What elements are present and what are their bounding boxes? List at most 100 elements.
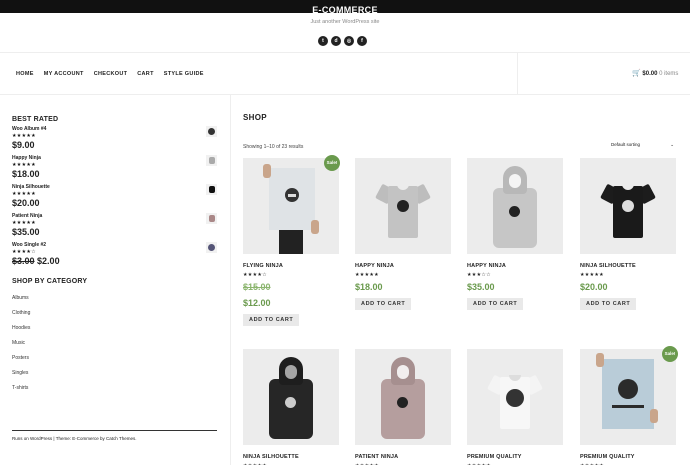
site-header-bar: E-COMMERCE xyxy=(0,0,690,15)
product-image[interactable] xyxy=(243,158,339,254)
product-card[interactable]: PREMIUM QUALITY ★★★★★ xyxy=(467,349,563,465)
sale-badge: Sale! xyxy=(324,155,340,171)
best-rated-heading: BEST RATED xyxy=(12,116,59,123)
best-rated-price: $9.00 xyxy=(12,140,35,150)
product-image[interactable] xyxy=(355,349,451,445)
dribbble-icon[interactable]: d xyxy=(331,36,341,46)
best-rated-name[interactable]: Happy Ninja xyxy=(12,155,217,161)
sale-price: $12.00 xyxy=(243,298,271,308)
cart-amount: $0.00 xyxy=(642,71,658,77)
add-to-cart-button[interactable]: ADD TO CART xyxy=(467,298,524,310)
nav-item-my-account[interactable]: MY ACCOUNT xyxy=(44,71,84,77)
product-card[interactable]: FLYING NINJA ★★★★☆ $15.00 $12.00 ADD TO … xyxy=(243,158,339,326)
product-thumbnail[interactable] xyxy=(206,155,217,166)
product-image[interactable] xyxy=(467,349,563,445)
product-card[interactable]: NINJA SILHOUETTE ★★★★★ $20.00 ADD TO CAR… xyxy=(580,158,676,310)
hand-graphic xyxy=(263,164,271,178)
category-heading: SHOP BY CATEGORY xyxy=(12,278,88,285)
poster-graphic xyxy=(269,168,315,230)
product-title[interactable]: HAPPY NINJA xyxy=(355,263,451,269)
hand-graphic xyxy=(596,353,604,367)
tshirt-graphic xyxy=(600,180,656,238)
nav-item-home[interactable]: HOME xyxy=(16,71,34,77)
twitter-icon[interactable]: t xyxy=(318,36,328,46)
category-item-tshirts[interactable]: T-shirts xyxy=(12,381,217,396)
product-image[interactable] xyxy=(580,158,676,254)
product-title[interactable]: PREMIUM QUALITY xyxy=(467,454,563,460)
tshirt-graphic xyxy=(375,180,431,238)
hoodie-graphic xyxy=(265,357,317,441)
category-list: Albums Clothing Hoodies Music Posters Si… xyxy=(12,291,217,396)
product-card[interactable]: PREMIUM QUALITY ★★★★★ xyxy=(580,349,676,465)
category-item-clothing[interactable]: Clothing xyxy=(12,306,217,321)
best-rated-item[interactable]: Ninja Silhouette ★★★★★ $20.00 xyxy=(12,184,217,210)
facebook-icon[interactable]: f xyxy=(357,36,367,46)
product-price: $20.00 xyxy=(580,282,608,292)
best-rated-item[interactable]: Patient Ninja ★★★★★ $35.00 xyxy=(12,213,217,239)
product-card[interactable]: HAPPY NINJA ★★★☆☆ $35.00 ADD TO CART xyxy=(467,158,563,310)
star-rating: ★★★★★ xyxy=(12,162,36,168)
product-card[interactable]: HAPPY NINJA ★★★★★ $18.00 ADD TO CART xyxy=(355,158,451,310)
product-image[interactable] xyxy=(355,158,451,254)
person-graphic xyxy=(279,230,303,254)
product-thumbnail[interactable] xyxy=(206,126,217,137)
star-rating: ★★★★☆ xyxy=(12,249,36,255)
best-rated-name[interactable]: Ninja Silhouette xyxy=(12,184,217,190)
site-footer: Runs on WordPress | Theme: E-Commerce by… xyxy=(12,436,137,441)
product-image[interactable] xyxy=(467,158,563,254)
product-price: $15.00 $12.00 xyxy=(243,282,339,308)
product-title[interactable]: FLYING NINJA xyxy=(243,263,339,269)
nav-item-style-guide[interactable]: STYLE GUIDE xyxy=(164,71,204,77)
best-rated-name[interactable]: Woo Single #2 xyxy=(12,242,217,248)
nav-item-cart[interactable]: CART xyxy=(137,71,153,77)
star-rating: ★★★★★ xyxy=(12,133,36,139)
sorting-select[interactable]: Default sorting ⌄ xyxy=(608,140,678,150)
star-rating: ★★★★☆ xyxy=(243,272,267,278)
best-rated-item[interactable]: Woo Album #4 ★★★★★ $9.00 xyxy=(12,126,217,152)
product-thumbnail[interactable] xyxy=(206,184,217,195)
add-to-cart-button[interactable]: ADD TO CART xyxy=(580,298,637,310)
sidebar: BEST RATED Woo Album #4 ★★★★★ $9.00 Happ… xyxy=(12,116,217,396)
product-thumbnail[interactable] xyxy=(206,242,217,253)
best-rated-price: $20.00 xyxy=(12,198,40,208)
product-title[interactable]: NINJA SILHOUETTE xyxy=(243,454,339,460)
product-image[interactable] xyxy=(243,349,339,445)
best-rated-price: $3.00 $2.00 xyxy=(12,256,217,266)
star-rating: ★★★☆☆ xyxy=(467,272,491,278)
site-title[interactable]: E-COMMERCE xyxy=(312,5,378,15)
product-image[interactable] xyxy=(580,349,676,445)
product-title[interactable]: PREMIUM QUALITY xyxy=(580,454,676,460)
best-rated-item[interactable]: Happy Ninja ★★★★★ $18.00 xyxy=(12,155,217,181)
category-item-albums[interactable]: Albums xyxy=(12,291,217,306)
nav-item-checkout[interactable]: CHECKOUT xyxy=(94,71,128,77)
star-rating: ★★★★★ xyxy=(355,272,379,278)
best-rated-price: $18.00 xyxy=(12,169,40,179)
category-item-hoodies[interactable]: Hoodies xyxy=(12,321,217,336)
best-rated-name[interactable]: Patient Ninja xyxy=(12,213,217,219)
category-item-music[interactable]: Music xyxy=(12,336,217,351)
cart-count: 0 items xyxy=(659,71,679,77)
product-title[interactable]: NINJA SILHOUETTE xyxy=(580,263,676,269)
instagram-icon[interactable]: ◎ xyxy=(344,36,354,46)
product-title[interactable]: PATIENT NINJA xyxy=(355,454,451,460)
add-to-cart-button[interactable]: ADD TO CART xyxy=(243,314,300,326)
product-card[interactable]: NINJA SILHOUETTE ★★★★★ xyxy=(243,349,339,465)
cart-icon: 🛒 xyxy=(632,70,641,77)
star-rating: ★★★★★ xyxy=(12,191,36,197)
product-thumbnail[interactable] xyxy=(206,213,217,224)
poster-graphic xyxy=(602,359,654,429)
chevron-down-icon: ⌄ xyxy=(670,142,674,147)
footer-divider xyxy=(12,430,217,431)
best-rated-item[interactable]: Woo Single #2 ★★★★☆ $3.00 $2.00 xyxy=(12,242,217,268)
category-item-singles[interactable]: Singles xyxy=(12,366,217,381)
sorting-value: Default sorting xyxy=(611,142,641,147)
best-rated-name[interactable]: Woo Album #4 xyxy=(12,126,217,132)
add-to-cart-button[interactable]: ADD TO CART xyxy=(355,298,412,310)
hand-graphic xyxy=(650,409,658,423)
nav-divider xyxy=(517,53,518,95)
product-title[interactable]: HAPPY NINJA xyxy=(467,263,563,269)
header-cart[interactable]: 🛒 $0.00 0 items xyxy=(632,69,678,77)
product-card[interactable]: PATIENT NINJA ★★★★★ xyxy=(355,349,451,465)
category-item-posters[interactable]: Posters xyxy=(12,351,217,366)
old-price: $15.00 xyxy=(243,282,271,292)
